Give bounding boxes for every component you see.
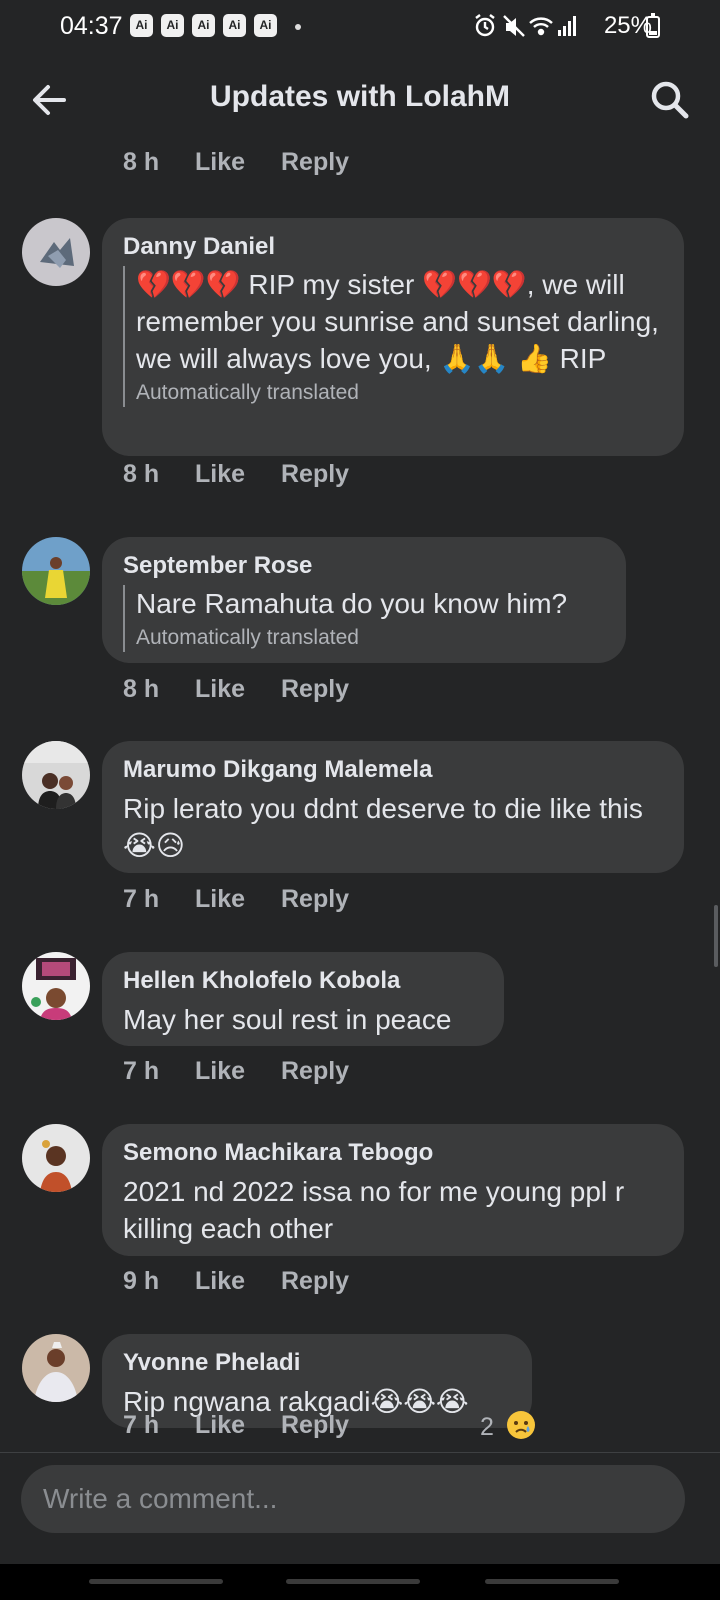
wifi-icon <box>529 17 553 36</box>
status-time: 04:37 <box>60 12 123 40</box>
comment-time: 8 h <box>123 148 160 176</box>
signal-icon <box>558 16 576 36</box>
reply-button[interactable]: Reply <box>281 885 349 914</box>
nav-recent-button[interactable] <box>89 1579 223 1584</box>
comment-time: 8 h <box>123 675 160 703</box>
translated-quote: Nare Ramahuta do you know him? Automatic… <box>123 585 606 652</box>
comment-author[interactable]: Semono Machikara Tebogo <box>123 1138 664 1168</box>
like-button[interactable]: Like <box>195 885 245 914</box>
avatar[interactable] <box>22 1124 90 1192</box>
nav-home-button[interactable] <box>286 1579 420 1584</box>
reply-button[interactable]: Reply <box>281 460 349 489</box>
comment-text: 💔💔💔 RIP my sister 💔💔💔, we will remember … <box>136 269 659 374</box>
comment-time: 8 h <box>123 460 160 488</box>
page-title: Updates with LolahM <box>210 80 510 113</box>
status-icons <box>475 14 576 37</box>
avatar[interactable] <box>22 537 90 605</box>
avatar[interactable] <box>22 741 90 809</box>
battery-percent: 25% <box>603 12 652 39</box>
like-button[interactable]: Like <box>195 1411 245 1440</box>
comment-bubble: Semono Machikara Tebogo 2021 nd 2022 iss… <box>102 1124 684 1256</box>
notification-dot <box>295 24 301 30</box>
system-nav-bar <box>0 1564 720 1600</box>
comment-time: 9 h <box>123 1267 160 1295</box>
comment-time: 7 h <box>123 1057 160 1085</box>
comment-bubble: Hellen Kholofelo Kobola May her soul res… <box>102 952 504 1046</box>
comment-input-placeholder: Write a comment... <box>43 1483 278 1514</box>
battery-icon <box>646 13 660 38</box>
reply-button[interactable]: Reply <box>281 675 349 704</box>
like-button[interactable]: Like <box>195 675 245 704</box>
mute-icon <box>503 15 525 37</box>
search-icon[interactable] <box>648 78 692 122</box>
like-button[interactable]: Like <box>195 1057 245 1086</box>
ai-badge: Ai <box>192 14 215 37</box>
ai-badge: Ai <box>254 14 277 37</box>
comment-author[interactable]: Marumo Dikgang Malemela <box>123 755 664 785</box>
sad-reaction-icon <box>506 1411 535 1439</box>
translated-quote: 💔💔💔 RIP my sister 💔💔💔, we will remember … <box>123 266 664 407</box>
avatar[interactable] <box>22 1334 90 1402</box>
comment-text: May her soul rest in peace <box>123 1004 452 1035</box>
comment-text: Nare Ramahuta do you know him? <box>136 588 568 619</box>
comment-bubble: Danny Daniel 💔💔💔 RIP my sister 💔💔💔, we w… <box>102 218 684 456</box>
translation-note[interactable]: Automatically translated <box>136 624 606 652</box>
comment-composer-bar: Write a comment... <box>0 1452 720 1565</box>
comment-bubble: September Rose Nare Ramahuta do you know… <box>102 537 626 663</box>
reply-button[interactable]: Reply <box>281 1057 349 1086</box>
top-bar: Updates with LolahM <box>0 60 720 140</box>
comment-author[interactable]: Danny Daniel <box>123 232 664 262</box>
reply-button[interactable]: Reply <box>281 1267 349 1296</box>
reply-button[interactable]: Reply <box>281 1411 349 1440</box>
comment-text: 2021 nd 2022 issa no for me young ppl r … <box>123 1176 625 1244</box>
ai-badge: Ai <box>161 14 184 37</box>
status-bar: 04:37 Ai Ai Ai Ai Ai 25% <box>0 0 720 54</box>
comment-author[interactable]: Hellen Kholofelo Kobola <box>123 966 484 996</box>
avatar[interactable] <box>22 218 90 286</box>
comment-author[interactable]: September Rose <box>123 551 606 581</box>
like-button[interactable]: Like <box>195 148 245 177</box>
like-button[interactable]: Like <box>195 460 245 489</box>
alarm-icon <box>475 14 495 37</box>
comment-input[interactable]: Write a comment... <box>21 1465 685 1533</box>
nav-back-button[interactable] <box>485 1579 619 1584</box>
comment-time: 7 h <box>123 885 160 913</box>
comment-bubble: Marumo Dikgang Malemela Rip lerato you d… <box>102 741 684 873</box>
ai-badge: Ai <box>223 14 246 37</box>
like-button[interactable]: Like <box>195 1267 245 1296</box>
translation-note[interactable]: Automatically translated <box>136 379 664 407</box>
reaction-summary[interactable]: 2 <box>480 1411 535 1447</box>
reaction-count: 2 <box>480 1413 494 1441</box>
ai-badge: Ai <box>130 14 153 37</box>
avatar[interactable] <box>22 952 90 1020</box>
comment-author[interactable]: Yvonne Pheladi <box>123 1348 512 1378</box>
comment-text: Rip lerato you ddnt deserve to die like … <box>123 793 643 861</box>
reply-button[interactable]: Reply <box>281 148 349 177</box>
scrollbar-thumb[interactable] <box>714 905 718 967</box>
comment-time: 7 h <box>123 1411 160 1439</box>
